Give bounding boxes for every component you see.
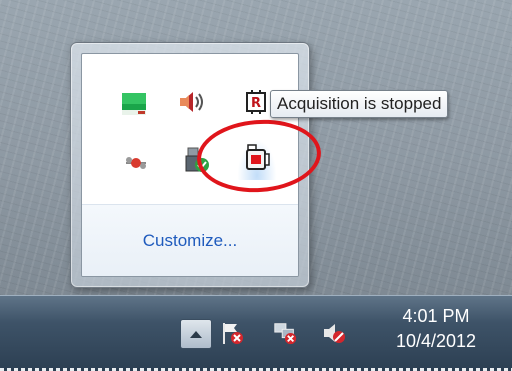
volume-muted-icon[interactable] (322, 320, 348, 346)
volume-icon[interactable] (177, 88, 205, 116)
chevron-up-icon (190, 331, 202, 338)
show-hidden-icons-button[interactable] (180, 319, 212, 349)
network-disconnected-icon[interactable] (122, 149, 150, 177)
r-app-icon[interactable]: R (242, 88, 270, 116)
clock-time: 4:01 PM (402, 306, 470, 326)
clock-date: 10/4/2012 (395, 331, 477, 351)
svg-text:R: R (251, 96, 261, 111)
network-icon[interactable] (272, 320, 298, 346)
action-center-flag-icon[interactable] (220, 320, 246, 346)
battery-monitor-icon[interactable] (120, 90, 148, 118)
customize-link[interactable]: Customize... (82, 231, 298, 251)
customize-area: Customize... (82, 205, 298, 276)
clock[interactable]: 4:01 PM 10/4/2012 (376, 304, 496, 354)
taskbar: 4:01 PM 10/4/2012 (0, 295, 512, 371)
tooltip: Acquisition is stopped (270, 90, 449, 118)
